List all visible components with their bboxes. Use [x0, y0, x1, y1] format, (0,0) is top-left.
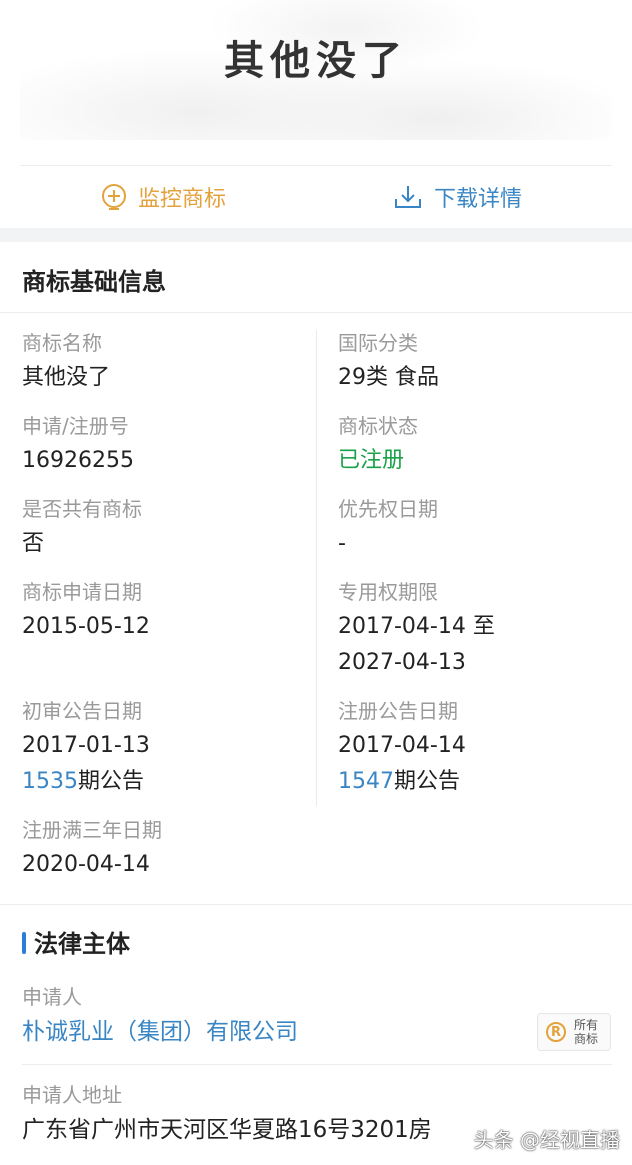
- field-value: 2017-04-14 1547期公告: [338, 730, 466, 798]
- field-label: 商标名称: [22, 331, 102, 355]
- shared-trademark-field: 是否共有商标 否: [22, 496, 142, 560]
- action-bar: 监控商标 下载详情: [0, 166, 632, 228]
- all-trademarks-button[interactable]: R 所有商标: [537, 1013, 611, 1051]
- field-value: 2015-05-12: [22, 614, 150, 639]
- prelim-date: 2017-01-13: [22, 733, 150, 758]
- trademark-name-field: 商标名称 其他没了: [22, 330, 110, 394]
- basic-info-title: 商标基础信息: [22, 268, 166, 296]
- prelim-issue-link[interactable]: 1535: [22, 769, 78, 794]
- prelim-issue: 1535期公告: [22, 766, 150, 798]
- registration-number-field: 申请/注册号 16926255: [22, 413, 134, 477]
- reg-pub-issue: 1547期公告: [338, 766, 466, 798]
- plus-circle-icon: [102, 184, 126, 210]
- field-label: 优先权日期: [338, 497, 438, 521]
- field-label: 国际分类: [338, 331, 418, 355]
- column-divider: [316, 330, 317, 806]
- status-badge: 已注册: [338, 448, 405, 473]
- divider: [0, 312, 632, 313]
- field-label: 是否共有商标: [22, 497, 142, 521]
- registration-announcement-field: 注册公告日期 2017-04-14 1547期公告: [338, 698, 466, 798]
- field-label: 申请/注册号: [22, 414, 129, 438]
- field-value: 广东省广州市天河区华夏路16号3201房: [22, 1117, 432, 1143]
- download-details-button[interactable]: 下载详情: [392, 166, 522, 228]
- field-value: -: [338, 531, 346, 556]
- download-icon: [395, 186, 421, 208]
- section-marker: [22, 932, 26, 954]
- legal-subject-title: 法律主体: [22, 924, 130, 959]
- all-trademarks-label: 所有商标: [573, 1018, 598, 1046]
- exclusive-period-field: 专用权期限 2017-04-14 至 2027-04-13: [338, 579, 495, 679]
- field-value: 2020-04-14: [22, 852, 150, 877]
- field-label: 商标状态: [338, 414, 418, 438]
- field-label: 商标申请日期: [22, 580, 142, 604]
- applicant-address-field: 申请人地址 广东省广州市天河区华夏路16号3201房: [22, 1082, 432, 1146]
- registered-icon: R: [546, 1022, 566, 1042]
- exclusive-from: 2017-04-14 至: [338, 614, 495, 639]
- exclusive-to: 2027-04-13: [338, 650, 466, 675]
- issue-suffix: 期公告: [394, 769, 461, 794]
- applicant-field: 申请人 朴诚乳业（集团）有限公司: [22, 984, 298, 1048]
- legal-subject-title-text: 法律主体: [34, 930, 130, 958]
- issue-suffix: 期公告: [78, 769, 145, 794]
- trademark-status-field: 商标状态 已注册: [338, 413, 418, 477]
- reg-pub-date: 2017-04-14: [338, 733, 466, 758]
- field-label: 申请人地址: [22, 1083, 122, 1107]
- field-label: 注册公告日期: [338, 699, 458, 723]
- trademark-image-text: 其他没了: [224, 37, 408, 84]
- preliminary-announcement-field: 初审公告日期 2017-01-13 1535期公告: [22, 698, 150, 798]
- section-separator: [0, 228, 632, 242]
- monitor-trademark-label: 监控商标: [138, 187, 227, 212]
- field-value: 否: [22, 531, 45, 556]
- divider: [22, 1064, 612, 1065]
- divider: [0, 904, 632, 905]
- field-label: 初审公告日期: [22, 699, 142, 723]
- field-value: 2017-01-13 1535期公告: [22, 730, 150, 798]
- application-date-field: 商标申请日期 2015-05-12: [22, 579, 150, 643]
- trademark-image[interactable]: 其他没了: [20, 0, 612, 140]
- monitor-trademark-button[interactable]: 监控商标: [100, 166, 226, 228]
- field-value: 其他没了: [22, 365, 111, 390]
- reg-pub-issue-link[interactable]: 1547: [338, 769, 394, 794]
- field-value: 29类 食品: [338, 365, 439, 390]
- field-value: 16926255: [22, 448, 134, 473]
- priority-date-field: 优先权日期 -: [338, 496, 438, 560]
- three-year-date-field: 注册满三年日期 2020-04-14: [22, 817, 162, 881]
- field-label: 申请人: [22, 985, 82, 1009]
- field-label: 专用权期限: [338, 580, 438, 604]
- international-class-field: 国际分类 29类 食品: [338, 330, 439, 394]
- download-details-label: 下载详情: [434, 187, 523, 212]
- field-value: 2017-04-14 至 2027-04-13: [338, 611, 495, 679]
- field-label: 注册满三年日期: [22, 818, 162, 842]
- source-watermark: 头条 @经视直播: [473, 1128, 620, 1152]
- applicant-link[interactable]: 朴诚乳业（集团）有限公司: [22, 1016, 298, 1048]
- trademark-image-area: 其他没了: [0, 0, 632, 165]
